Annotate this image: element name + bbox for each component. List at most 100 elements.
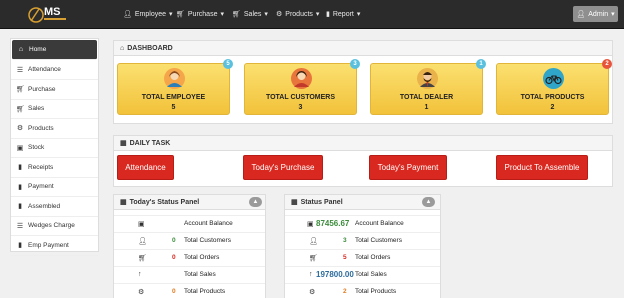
- stat-label: Total Customers: [355, 237, 402, 244]
- sidebar-item-purchase[interactable]: 🛒︎ Purchase: [11, 80, 98, 100]
- stat-label: Total Customers: [184, 237, 231, 244]
- sidebar-item-home[interactable]: ⌂ Home: [12, 40, 97, 60]
- stat-value: 5: [343, 254, 347, 261]
- nav-report[interactable]: ▮ Report ▾: [326, 10, 361, 19]
- card-value: 5: [171, 104, 176, 111]
- total-products-card[interactable]: 2 TOTAL PRODUCTS 2: [496, 59, 612, 115]
- daily-task-title: DAILY TASK: [129, 139, 171, 147]
- nav-sales[interactable]: 🛒︎ Sales ▾: [232, 10, 268, 19]
- nav-products[interactable]: ⚙ Products ▾: [276, 10, 319, 19]
- cart-icon: 🛒︎: [16, 86, 25, 94]
- sidebar-item-stock[interactable]: ▣ Stock: [11, 139, 98, 158]
- sidebar-item-label: Products: [28, 124, 54, 132]
- stat-row-total-orders: 🛒︎ 0 Total Orders: [114, 249, 265, 266]
- cog-icon: ⚙: [16, 125, 24, 133]
- sidebar-item-label: Stock: [28, 144, 45, 152]
- stat-value: 197800.00: [316, 270, 354, 279]
- dashboard-title: DASHBOARD: [127, 44, 173, 52]
- stack-icon: ▣: [16, 144, 24, 152]
- sidebar: ⌂ Home ☰ Attendance 🛒︎ Purchase 🛒︎ Sales ⚙ Pr…: [10, 38, 99, 256]
- logo-text: MS: [44, 6, 61, 18]
- stat-value: 3: [343, 237, 347, 244]
- stat-value: 87456.67: [316, 219, 350, 228]
- nav-purchase[interactable]: 🛒︎ Purchase ▾: [176, 10, 224, 19]
- daily-task-header: ▦ DAILY TASK: [114, 136, 612, 151]
- card-title: TOTAL CUSTOMERS: [265, 94, 336, 101]
- caret-down-icon: ▾: [220, 11, 224, 18]
- home-icon: ⌂: [120, 44, 125, 52]
- stat-row-total-customers: 👤︎ 3 Total Customers: [285, 232, 440, 249]
- calendar-icon: ▦: [291, 199, 298, 206]
- card-value: 3: [298, 104, 303, 111]
- card-value: 2: [550, 104, 555, 111]
- sidebar-item-label: Sales: [28, 105, 45, 113]
- admin-dropdown-button[interactable]: 👤︎ Admin ▾: [573, 6, 618, 22]
- calendar-icon: ▦: [120, 199, 127, 206]
- sidebar-item-label: Payment: [28, 183, 54, 191]
- stat-row-total-sales: ↑ Total Sales: [114, 266, 265, 283]
- sidebar-item-wedges-charge[interactable]: ☰ Wedges Charge: [11, 217, 98, 236]
- total-dealer-card[interactable]: 1 TOTAL DEALER 1: [370, 59, 486, 115]
- cart-icon: 🛒︎: [232, 11, 241, 18]
- chevron-up-icon: ▲: [425, 199, 432, 205]
- cog-icon: ⚙: [309, 289, 316, 296]
- product-to-assemble-button[interactable]: Product To Assemble: [496, 155, 588, 180]
- admin-label: Admin: [588, 10, 609, 18]
- collapse-button[interactable]: ▲: [249, 197, 262, 207]
- cart-icon: 🛒︎: [176, 11, 185, 18]
- home-icon: ⌂: [18, 45, 24, 53]
- stat-label: Account Balance: [355, 220, 404, 227]
- stat-row-account-balance: ▣ 87456.67 Account Balance: [285, 215, 440, 232]
- arrow-up-icon: ↑: [138, 271, 142, 278]
- collapse-button[interactable]: ▲: [422, 197, 435, 207]
- caret-down-icon: ▾: [169, 11, 173, 18]
- count-badge: 3: [350, 59, 360, 69]
- sidebar-item-assembled[interactable]: ▮ Assembled: [11, 197, 98, 217]
- card-title: TOTAL EMPLOYEE: [141, 94, 206, 101]
- attendance-button[interactable]: Attendance: [117, 155, 174, 180]
- list-icon: ☰: [16, 66, 24, 74]
- sidebar-item-payment[interactable]: ▮ Payment: [11, 178, 98, 197]
- count-badge: 1: [476, 59, 486, 69]
- total-customers-card[interactable]: 3 TOTAL CUSTOMERS 3: [244, 59, 360, 115]
- logo[interactable]: MS: [28, 1, 88, 28]
- sidebar-item-attendance[interactable]: ☰ Attendance: [11, 61, 98, 80]
- nav-label: Purchase: [187, 10, 218, 18]
- file-icon: ▮: [18, 203, 22, 211]
- nav-label: Report: [332, 10, 354, 18]
- stat-value: 0: [172, 237, 176, 244]
- dashboard-header: ⌂ DASHBOARD: [114, 41, 612, 56]
- stat-label: Total Products: [184, 288, 226, 295]
- status-header: ▦ Status Panel: [285, 195, 440, 210]
- briefcase-icon: ▣: [307, 221, 314, 228]
- status-panel: ▦ Status Panel ▲ ▣ 87456.67 Account Bala…: [284, 194, 441, 298]
- stat-row-account-balance: ▣ Account Balance: [114, 215, 265, 232]
- todays-status-title: Today's Status Panel: [129, 198, 200, 206]
- sidebar-item-emp-payment[interactable]: ▮ Emp Payment: [11, 236, 98, 256]
- briefcase-icon: ▣: [138, 221, 145, 228]
- file-icon: ▮: [18, 164, 22, 172]
- sidebar-item-label: Purchase: [28, 85, 56, 93]
- nav-employee[interactable]: 👤︎ Employee ▾: [123, 10, 173, 19]
- sidebar-item-receipts[interactable]: ▮ Receipts: [11, 158, 98, 178]
- nav-label: Products: [285, 10, 313, 18]
- list-icon: ☰: [16, 222, 24, 230]
- stat-value: 0: [172, 288, 176, 295]
- total-employee-card[interactable]: 5 TOTAL EMPLOYEE 5: [117, 59, 233, 115]
- sidebar-item-label: Emp Payment: [28, 241, 69, 249]
- stat-row-total-customers: 👤︎ 0 Total Customers: [114, 232, 265, 249]
- stat-label: Account Balance: [184, 220, 233, 227]
- nav-label: Employee: [134, 10, 167, 18]
- sidebar-item-products[interactable]: ⚙ Products: [11, 119, 98, 139]
- stat-label: Total Sales: [184, 271, 216, 278]
- todays-payment-button[interactable]: Today's Payment: [369, 155, 447, 180]
- caret-down-icon: ▾: [356, 11, 361, 18]
- file-icon: ▮: [18, 242, 22, 250]
- todays-purchase-button[interactable]: Today's Purchase: [243, 155, 323, 180]
- todays-status-panel: ▦ Today's Status Panel ▲ ▣ Account Balan…: [113, 194, 266, 298]
- user-icon: 👤︎: [576, 11, 586, 18]
- cart-icon: 🛒︎: [309, 255, 318, 262]
- card-value: 1: [424, 104, 429, 111]
- sidebar-item-sales[interactable]: 🛒︎ Sales: [11, 100, 98, 119]
- caret-down-icon: ▾: [264, 11, 268, 18]
